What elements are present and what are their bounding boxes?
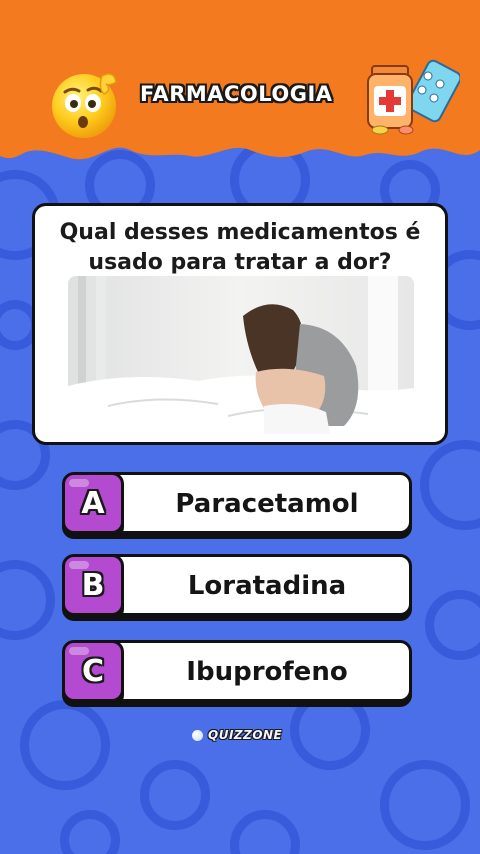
answer-box[interactable]: Paracetamol bbox=[82, 472, 412, 534]
answer-text: Ibuprofeno bbox=[186, 657, 348, 687]
confused-face-emoji-icon bbox=[50, 68, 122, 140]
brand-dot-icon bbox=[192, 730, 203, 741]
answer-letter-badge[interactable]: B bbox=[62, 554, 124, 616]
question-line-2: usado para tratar a dor? bbox=[88, 250, 392, 275]
answer-option-a[interactable]: Paracetamol A bbox=[62, 472, 412, 534]
header-banner: FARMACOLOGIA bbox=[0, 0, 480, 175]
answer-option-b[interactable]: Loratadina B bbox=[62, 554, 412, 616]
answer-letter: C bbox=[81, 654, 105, 689]
answer-text: Paracetamol bbox=[175, 489, 359, 519]
answer-option-c[interactable]: Ibuprofeno C bbox=[62, 640, 412, 702]
answer-box[interactable]: Ibuprofeno bbox=[82, 640, 412, 702]
answer-box[interactable]: Loratadina bbox=[82, 554, 412, 616]
answer-text: Loratadina bbox=[187, 571, 347, 601]
answer-letter-badge[interactable]: C bbox=[62, 640, 124, 702]
question-text: Qual desses medicamentos é usado para tr… bbox=[35, 218, 445, 278]
answer-letter-badge[interactable]: A bbox=[62, 472, 124, 534]
answer-letter: A bbox=[81, 486, 105, 521]
answer-letter: B bbox=[81, 568, 105, 603]
question-image bbox=[68, 276, 414, 440]
medicine-pills-icon bbox=[360, 54, 460, 138]
brand-name: QUIZZONE bbox=[208, 728, 283, 742]
category-title: FARMACOLOGIA bbox=[140, 82, 333, 106]
question-line-1: Qual desses medicamentos é bbox=[59, 220, 421, 245]
question-card: Qual desses medicamentos é usado para tr… bbox=[32, 203, 448, 445]
